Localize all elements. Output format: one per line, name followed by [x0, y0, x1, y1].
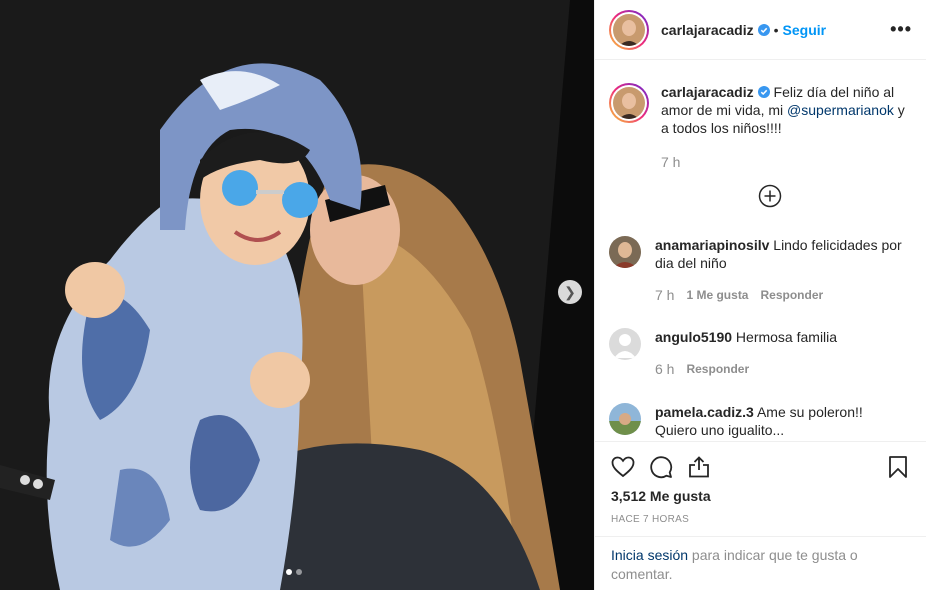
comment-username[interactable]: pamela.cadiz.3: [655, 404, 754, 420]
verified-badge-icon: [757, 23, 770, 36]
photo-illustration: [0, 0, 594, 590]
post-photo[interactable]: ❯: [0, 0, 594, 590]
post-timestamp: HACE 7 HORAS: [611, 514, 690, 525]
instagram-post: ❯ carlajaracadiz • Seguir ••• carlajarac…: [0, 0, 926, 590]
post-sidebar: carlajaracadiz • Seguir ••• carlajaracad…: [594, 0, 926, 590]
load-more-icon[interactable]: [758, 184, 782, 208]
caption-mention-link[interactable]: @supermarianok: [787, 102, 894, 118]
follow-button[interactable]: Seguir: [783, 22, 827, 38]
comment-avatar[interactable]: [609, 328, 641, 360]
comment-meta: 7 h 1 Me gusta Responder: [655, 286, 919, 304]
comment-item: pamela.cadiz.3 Ame su poleron!! Quiero u…: [609, 403, 919, 439]
post-header: carlajaracadiz • Seguir •••: [595, 0, 926, 60]
chevron-right-icon: ❯: [564, 283, 576, 300]
author-avatar[interactable]: [609, 9, 649, 50]
carousel-dot: [296, 569, 302, 575]
heart-icon[interactable]: [611, 455, 635, 479]
bookmark-icon[interactable]: [886, 455, 910, 479]
comment-likes[interactable]: 1 Me gusta: [686, 286, 748, 304]
comment-icon[interactable]: [649, 455, 673, 479]
post-caption: carlajaracadiz Feliz día del niño al amo…: [595, 61, 926, 171]
comment-item: anamariapinosilv Lindo felicidades por d…: [609, 236, 919, 304]
carousel-dot-active: [286, 569, 292, 575]
reply-button[interactable]: Responder: [686, 360, 749, 378]
next-photo-button[interactable]: ❯: [558, 280, 582, 304]
share-icon[interactable]: [687, 455, 711, 479]
comment-username[interactable]: angulo5190: [655, 329, 732, 345]
comment-text: Hermosa familia: [735, 329, 838, 345]
more-options-icon[interactable]: •••: [890, 19, 912, 40]
comment-avatar[interactable]: [609, 403, 641, 435]
comment-avatar[interactable]: [609, 236, 641, 268]
caption-author-avatar[interactable]: [609, 83, 649, 123]
comment-username[interactable]: anamariapinosilv: [655, 237, 769, 253]
comment-meta: 6 h Responder: [655, 360, 837, 378]
login-prompt: Inicia sesión para indicar que te gusta …: [595, 536, 926, 590]
carousel-indicator: [286, 569, 302, 575]
comments-list[interactable]: carlajaracadiz Feliz día del niño al amo…: [595, 61, 926, 441]
like-count[interactable]: 3,512 Me gusta: [611, 488, 910, 504]
caption-username[interactable]: carlajaracadiz: [661, 84, 754, 100]
reply-button[interactable]: Responder: [760, 286, 823, 304]
caption-time: 7 h: [661, 154, 681, 170]
comment-item: angulo5190 Hermosa familia 6 h Responder: [609, 328, 919, 378]
verified-badge-icon: [757, 86, 770, 98]
post-actions: 3,512 Me gusta HACE 7 HORAS: [595, 441, 926, 525]
comment-time: 6 h: [655, 361, 675, 377]
comment-time: 7 h: [655, 287, 675, 303]
login-link[interactable]: Inicia sesión: [611, 547, 688, 563]
caption-body: carlajaracadiz Feliz día del niño al amo…: [661, 83, 911, 171]
separator-dot: •: [773, 21, 779, 38]
author-username[interactable]: carlajaracadiz: [661, 22, 754, 38]
